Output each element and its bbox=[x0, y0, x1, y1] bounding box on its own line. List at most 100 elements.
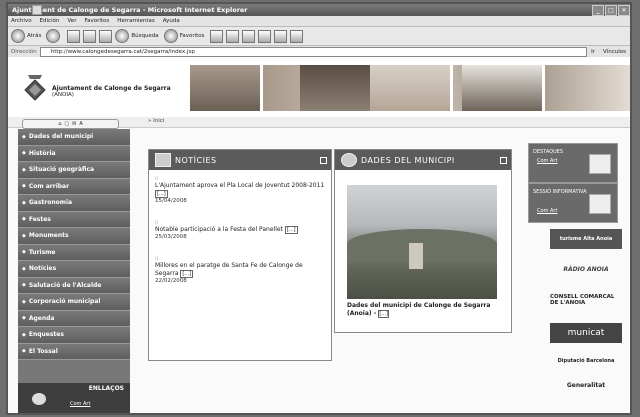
news-item-text[interactable]: Notable participació a la Festa del Pane… bbox=[155, 226, 283, 233]
toolbar: Atrás Búsqueda Favoritos bbox=[8, 27, 630, 46]
browser-window: Ajuntament de Calonge de Segarra - Micro… bbox=[6, 2, 632, 415]
sidebar-item-com-arribar[interactable]: ◆ Com arribar bbox=[18, 178, 130, 195]
forward-icon bbox=[46, 29, 61, 43]
minimize-button[interactable]: _ bbox=[592, 4, 604, 16]
web-page: Ajuntament de Calonge de Segarra (ANOIA)… bbox=[8, 57, 630, 413]
sidebar-item-enquestes[interactable]: ◆ Enquestes bbox=[18, 327, 130, 344]
home-small-icon[interactable]: ⌂ bbox=[58, 121, 61, 127]
menu-herramientas[interactable]: Herramientas bbox=[117, 18, 154, 24]
menu-ayuda[interactable]: Ayuda bbox=[163, 18, 180, 24]
logo-diputacio[interactable]: Diputació Barcelona bbox=[550, 351, 622, 371]
news-date: 15/04/2008 bbox=[155, 198, 187, 204]
logo-turisme[interactable]: turisme Alta Anoia bbox=[550, 229, 622, 249]
news-date: 25/03/2008 bbox=[155, 234, 187, 240]
sessio-link[interactable]: Com Art bbox=[537, 208, 557, 214]
sidebar-item-monuments[interactable]: ◆ Monuments bbox=[18, 228, 130, 245]
news-panel: NOTÍCIES ⁞⁞ L'Ajuntament aprova el Pla L… bbox=[148, 149, 332, 361]
logo-radio-anoia[interactable]: RÀDIO ANOIA bbox=[550, 259, 622, 279]
stop-icon[interactable] bbox=[67, 29, 81, 43]
news-title: NOTÍCIES bbox=[175, 155, 217, 165]
forward-button[interactable] bbox=[46, 29, 62, 43]
sidebar-item-noticies[interactable]: ◆ Notícies bbox=[18, 261, 130, 278]
maximize-button[interactable]: □ bbox=[605, 4, 617, 16]
news-item: ⁞⁞ L'Ajuntament aprova el Pla Local de J… bbox=[155, 176, 325, 204]
sidebar-item-gastronomia[interactable]: ◆ Gastronomia bbox=[18, 195, 130, 212]
text-size-icon[interactable]: A bbox=[79, 121, 82, 127]
logo-municat[interactable]: municat bbox=[550, 323, 622, 343]
menu-bar: Archivo Edición Ver Favoritos Herramient… bbox=[8, 16, 630, 27]
sidebar-item-corporacio[interactable]: ◆ Corporació municipal bbox=[18, 294, 130, 311]
sidebar-item-festes[interactable]: ◆ Festes bbox=[18, 211, 130, 228]
sidebar-item-el-tossal[interactable]: ◆ El Tossal bbox=[18, 343, 130, 360]
logo-consell-comarcal[interactable]: CONSELL COMARCAL DE L'ANOIA bbox=[550, 285, 622, 315]
municipi-caption: Dades del municipi de Calonge de Segarra… bbox=[347, 302, 491, 318]
coat-of-arms-icon bbox=[24, 75, 46, 101]
destaques-box: DESTAQUES Com Art bbox=[528, 143, 618, 183]
mail-small-icon[interactable]: ✉ bbox=[72, 121, 76, 127]
address-label: Dirección bbox=[11, 48, 37, 55]
read-more-link[interactable]: [...] bbox=[378, 310, 389, 318]
right-column: DESTAQUES Com Art SESSIÓ INFORMATIVA Com… bbox=[526, 129, 630, 413]
village-photo[interactable] bbox=[347, 185, 497, 299]
menu-archivo[interactable]: Archivo bbox=[11, 18, 32, 24]
menu-favoritos[interactable]: Favoritos bbox=[84, 18, 109, 24]
close-button[interactable]: ✕ bbox=[618, 4, 630, 16]
links-button[interactable]: Vínculos bbox=[603, 49, 626, 55]
municipi-panel: DADES DEL MUNICIPI Dades del municipi de… bbox=[334, 149, 512, 333]
read-more-link[interactable]: [...] bbox=[284, 226, 298, 234]
sessio-title: SESSIÓ INFORMATIVA bbox=[533, 189, 587, 195]
municipi-header: DADES DEL MUNICIPI bbox=[335, 150, 511, 170]
mail-icon[interactable] bbox=[225, 29, 239, 43]
collapse-icon[interactable] bbox=[320, 156, 327, 164]
history-icon[interactable] bbox=[209, 29, 223, 43]
window-title: Ajuntament de Calonge de Segarra - Micro… bbox=[12, 6, 248, 14]
search-button[interactable]: Búsqueda bbox=[115, 29, 159, 43]
news-date: 22/02/2008 bbox=[155, 278, 187, 284]
address-input[interactable]: http://www.calongedesegarra.cat/2segarra… bbox=[39, 46, 588, 57]
menu-edicion[interactable]: Edición bbox=[40, 18, 60, 24]
star-icon bbox=[163, 29, 178, 43]
sidebar-item-turisme[interactable]: ◆ Turisme bbox=[18, 244, 130, 261]
document-icon[interactable] bbox=[589, 194, 611, 214]
sidebar-item-dades-municipi[interactable]: ◆ Dades del municipi bbox=[18, 129, 130, 146]
utility-icons[interactable]: ⌂ ▢ ✉ A bbox=[22, 119, 119, 129]
breadcrumb: » Inici bbox=[148, 118, 165, 124]
favorites-button[interactable]: Favoritos bbox=[163, 29, 205, 43]
sidebar-item-salutacio[interactable]: ◆ Salutació de l'Alcalde bbox=[18, 277, 130, 294]
breadcrumb-home[interactable]: Inici bbox=[153, 118, 164, 124]
menu-ver[interactable]: Ver bbox=[67, 18, 76, 24]
logo-generalitat[interactable]: Generalitat bbox=[550, 375, 622, 395]
sidebar-item-agenda[interactable]: ◆ Agenda bbox=[18, 310, 130, 327]
newspaper-icon bbox=[155, 153, 171, 167]
site-name[interactable]: Ajuntament de Calonge de Segarra (ANOIA) bbox=[52, 85, 171, 98]
enllacos-box: ENLLAÇOS Com Art bbox=[18, 383, 130, 413]
destaques-title: DESTAQUES bbox=[533, 149, 564, 155]
sidebar-item-historia[interactable]: ◆ Història bbox=[18, 145, 130, 162]
news-item-text[interactable]: Millores en el paratge de Santa Fe de Ca… bbox=[155, 262, 303, 277]
landscape-icon bbox=[341, 153, 357, 167]
news-item: ⁞⁞ Millores en el paratge de Santa Fe de… bbox=[155, 256, 325, 284]
map-icon[interactable]: ▢ bbox=[64, 121, 69, 127]
news-header: NOTÍCIES bbox=[149, 150, 331, 170]
destaques-link[interactable]: Com Art bbox=[537, 158, 557, 164]
go-button[interactable]: Ir bbox=[591, 49, 595, 55]
home-icon[interactable] bbox=[99, 29, 113, 43]
refresh-icon[interactable] bbox=[83, 29, 97, 43]
messenger-icon[interactable] bbox=[289, 29, 303, 43]
read-more-link[interactable]: [...] bbox=[180, 270, 194, 278]
collapse-icon[interactable] bbox=[500, 156, 507, 164]
site-header: Ajuntament de Calonge de Segarra (ANOIA) bbox=[8, 57, 630, 117]
sessio-box: SESSIÓ INFORMATIVA Com Art bbox=[528, 183, 618, 223]
camera-icon[interactable] bbox=[589, 154, 611, 174]
news-item: ⁞⁞ Notable participació a la Festa del P… bbox=[155, 220, 325, 240]
read-more-link[interactable]: [...] bbox=[155, 190, 168, 198]
municipi-title: DADES DEL MUNICIPI bbox=[361, 155, 455, 165]
edit-icon[interactable] bbox=[257, 29, 271, 43]
back-icon bbox=[11, 29, 25, 43]
discuss-icon[interactable] bbox=[273, 29, 287, 43]
back-button[interactable]: Atrás bbox=[11, 29, 41, 43]
print-icon[interactable] bbox=[241, 29, 255, 43]
enllacos-link[interactable]: Com Art bbox=[70, 401, 90, 407]
sidebar-item-situacio[interactable]: ◆ Situació geogràfica bbox=[18, 162, 130, 179]
news-item-text[interactable]: L'Ajuntament aprova el Pla Local de Jove… bbox=[155, 182, 324, 189]
